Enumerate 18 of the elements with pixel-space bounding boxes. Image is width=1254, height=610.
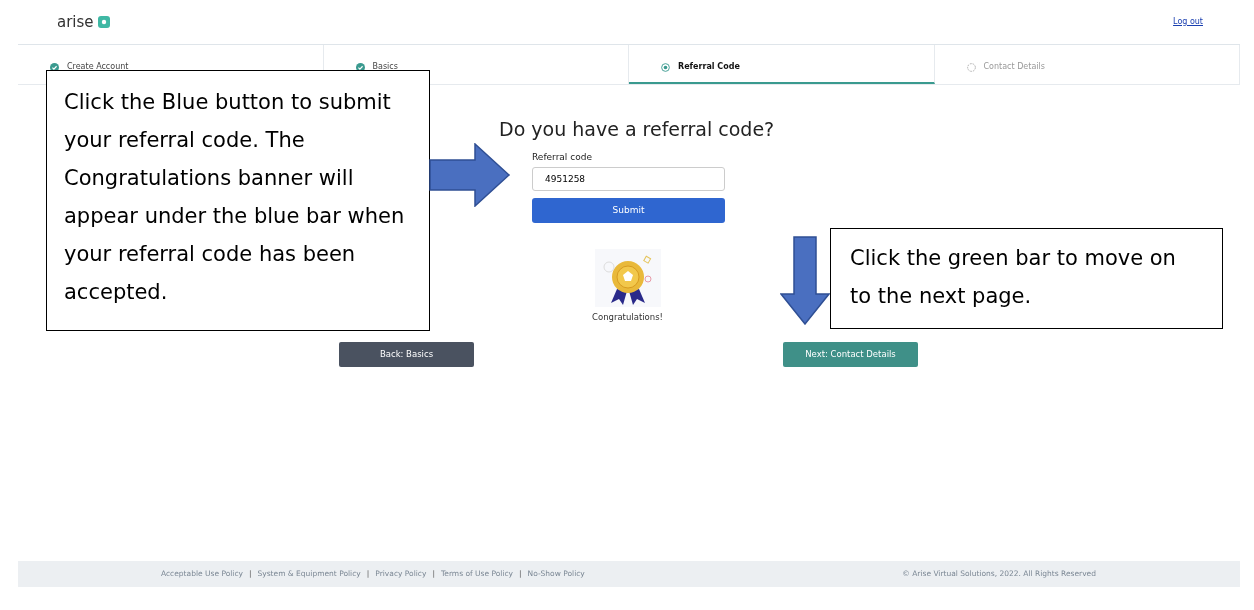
- back-button[interactable]: Back: Basics: [339, 341, 474, 367]
- circle-icon: [966, 62, 976, 72]
- step-tab[interactable]: Referral Code: [661, 61, 740, 73]
- arrow-right-icon: [429, 143, 511, 207]
- callout-text: Click the green bar to move on to the next page.: [830, 228, 1223, 329]
- submit-button[interactable]: Submit: [532, 198, 725, 223]
- field-label: Referral code: [532, 150, 593, 164]
- award-badge-icon: [595, 249, 661, 307]
- callout-text: Click the Blue button to submit your referral code. The Congratulations banner will appear under the blue bar when your referral code has been accepted.: [46, 70, 430, 331]
- arrow-down-icon: [780, 236, 830, 325]
- radio-icon: [661, 62, 670, 72]
- logo-text: arise: [57, 11, 94, 33]
- logout-link[interactable]: Log out: [1173, 16, 1203, 28]
- congratulations-text: Congratulations!: [592, 311, 665, 324]
- next-button[interactable]: Next: Contact Details: [783, 341, 918, 367]
- referral-code-field[interactable]: 4951258: [532, 167, 725, 191]
- form-title: Do you have a referral code?: [499, 117, 776, 142]
- step-tab[interactable]: Contact Details: [966, 61, 1045, 73]
